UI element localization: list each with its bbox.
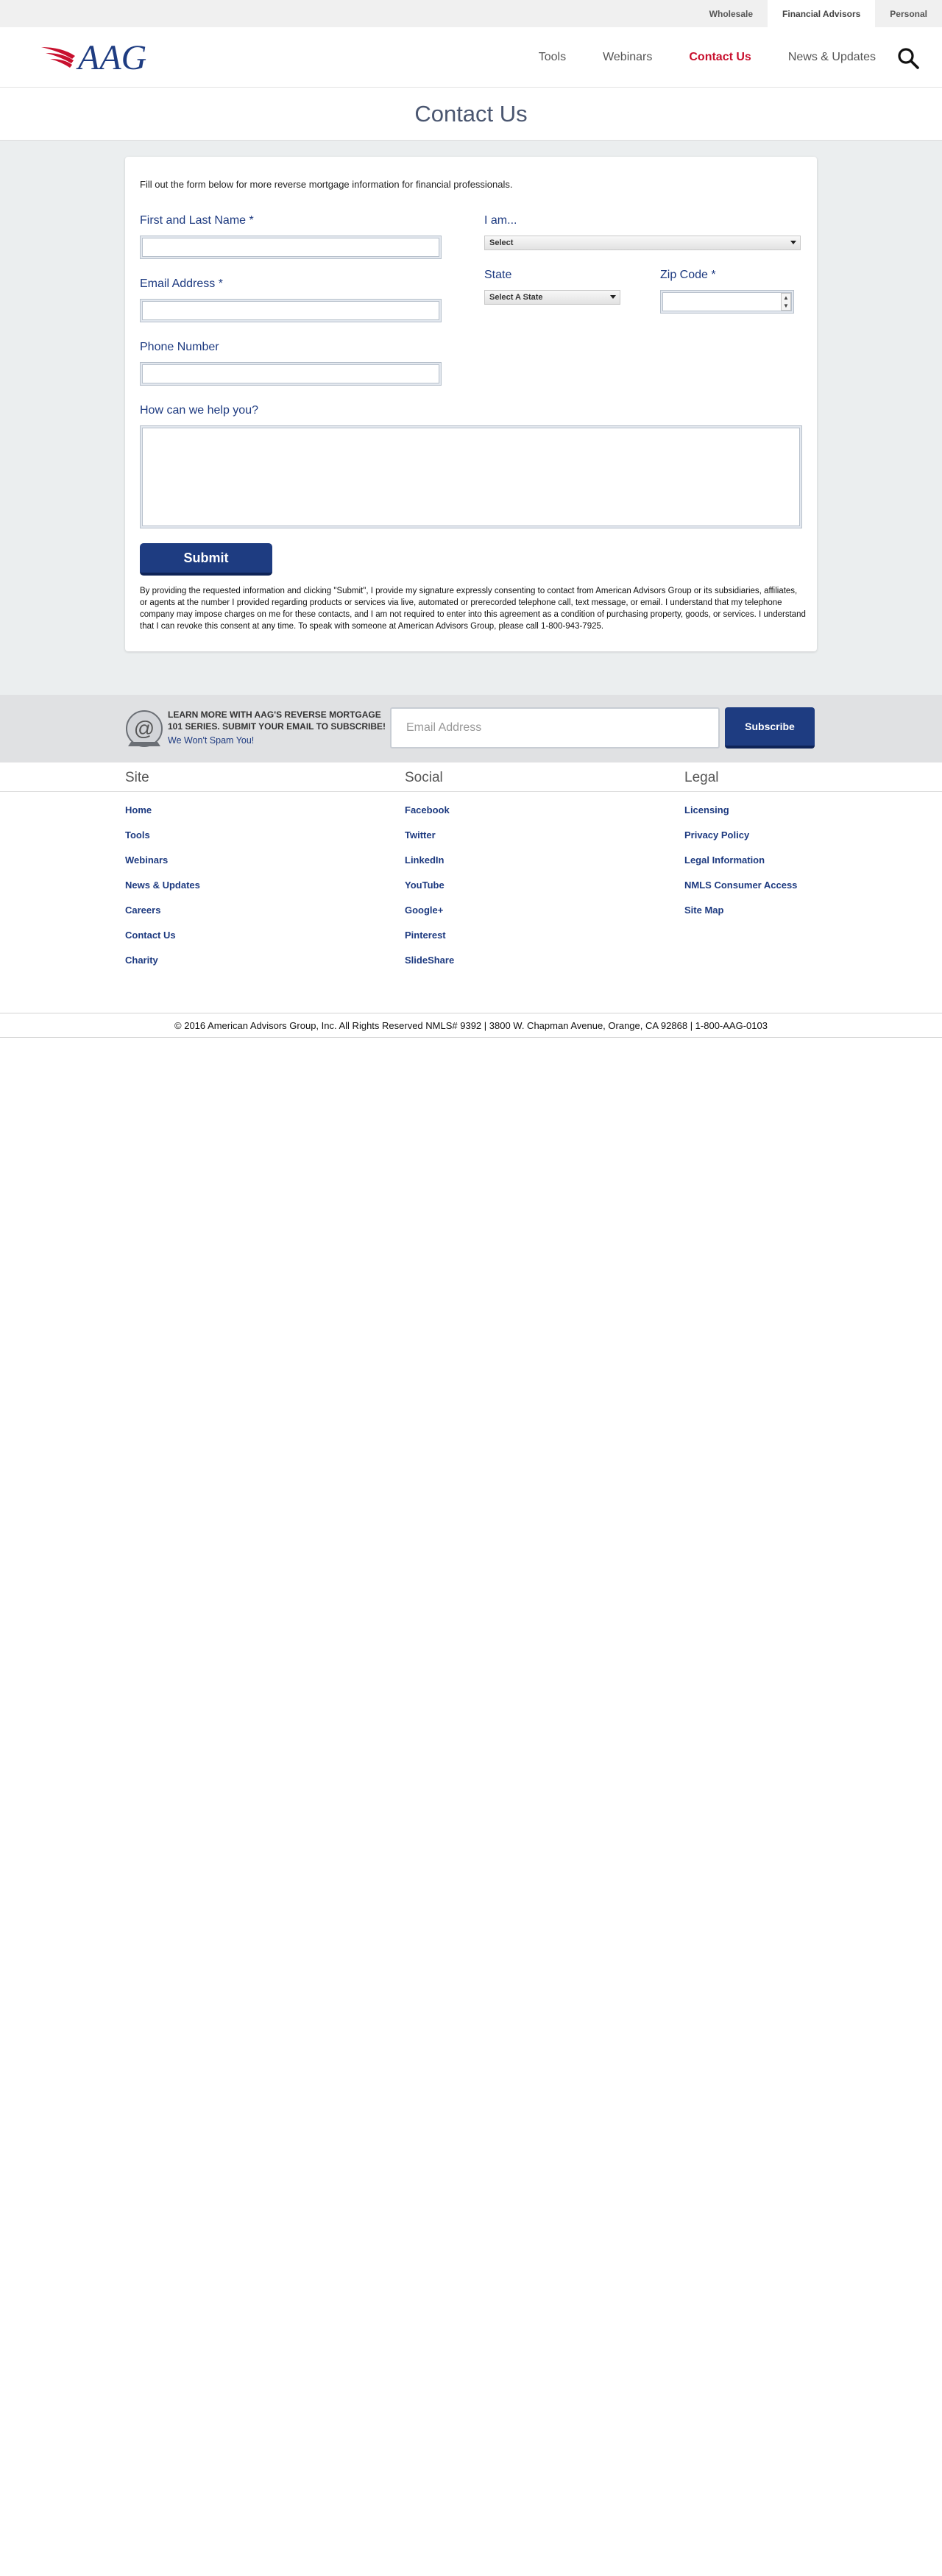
newsletter-heading: LEARN MORE WITH AAG'S REVERSE MORTGAGE 1… (168, 710, 386, 732)
consent-text: By providing the requested information a… (140, 587, 806, 631)
state-label: State (484, 269, 512, 281)
copyright-bar: © 2016 American Advisors Group, Inc. All… (0, 1013, 942, 1038)
search-icon[interactable] (896, 46, 920, 70)
footer-divider (0, 791, 942, 792)
newsletter-email-input[interactable]: Email Address (390, 707, 720, 749)
footer-link-licensing[interactable]: Licensing (684, 804, 729, 815)
nav-webinars[interactable]: Webinars (603, 51, 652, 64)
footer-link-nmls-consumer-access[interactable]: NMLS Consumer Access (684, 880, 797, 891)
footer-link-privacy-policy[interactable]: Privacy Policy (684, 829, 749, 841)
name-input[interactable] (140, 236, 442, 259)
name-label-text: First and Last Name (140, 214, 247, 227)
email-label-text: Email Address (140, 277, 216, 290)
nav-contact-us[interactable]: Contact Us (689, 51, 751, 64)
state-select-value: Select A State (489, 293, 543, 302)
footer-link-home[interactable]: Home (125, 804, 152, 815)
iam-select-value: Select (489, 238, 514, 247)
newsletter-subtext: We Won't Spam You! (168, 735, 255, 746)
subscribe-button[interactable]: Subscribe (725, 707, 815, 749)
required-mark: * (249, 214, 254, 227)
submit-button[interactable]: Submit (140, 543, 272, 576)
footer-heading-social: Social (405, 770, 443, 785)
aag-logo[interactable]: AAG (40, 37, 172, 78)
required-mark: * (711, 269, 716, 281)
topbar-link-wholesale[interactable]: Wholesale (695, 0, 768, 27)
help-label: How can we help you? (140, 404, 258, 417)
footer-heading-legal: Legal (684, 770, 719, 785)
email-at-icon: @ (126, 710, 163, 747)
svg-text:@: @ (134, 717, 155, 740)
footer-link-news-updates[interactable]: News & Updates (125, 880, 200, 891)
required-mark: * (218, 277, 223, 290)
phone-input[interactable] (140, 362, 442, 386)
chevron-down-icon (610, 295, 616, 299)
page-title-bar: Contact Us (0, 88, 942, 141)
footer-link-careers[interactable]: Careers (125, 905, 160, 916)
name-label: First and Last Name * (140, 214, 254, 227)
zip-label-text: Zip Code (660, 269, 708, 281)
iam-select[interactable]: Select (484, 236, 801, 250)
footer-link-webinars[interactable]: Webinars (125, 854, 168, 866)
aag-logo-mark: AAG (41, 38, 146, 77)
footer-link-twitter[interactable]: Twitter (405, 829, 436, 841)
footer-link-linkedin[interactable]: LinkedIn (405, 854, 444, 866)
nav-news-updates[interactable]: News & Updates (788, 51, 876, 64)
main-nav: Tools Webinars Contact Us News & Updates (502, 27, 876, 88)
footer-heading-site: Site (125, 770, 149, 785)
form-intro: Fill out the form below for more reverse… (140, 179, 513, 190)
phone-label: Phone Number (140, 341, 219, 353)
footer-link-google-plus[interactable]: Google+ (405, 905, 443, 916)
contact-form-card: Fill out the form below for more reverse… (125, 157, 817, 651)
footer-link-site-map[interactable]: Site Map (684, 905, 723, 916)
state-select[interactable]: Select A State (484, 290, 620, 305)
site-footer: Site Home Tools Webinars News & Updates … (0, 762, 942, 976)
iam-label: I am... (484, 214, 517, 227)
topbar-link-financial-advisors[interactable]: Financial Advisors (768, 0, 876, 27)
chevron-down-icon (790, 241, 796, 244)
top-utility-bar: Wholesale Financial Advisors Personal (0, 0, 942, 27)
newsletter-band: @ LEARN MORE WITH AAG'S REVERSE MORTGAGE… (0, 695, 942, 762)
footer-link-charity[interactable]: Charity (125, 955, 158, 966)
footer-link-slideshare[interactable]: SlideShare (405, 955, 454, 966)
nav-tools[interactable]: Tools (539, 51, 566, 64)
contact-form-section: Fill out the form below for more reverse… (0, 141, 942, 695)
footer-link-facebook[interactable]: Facebook (405, 804, 450, 815)
zip-input[interactable]: ▲ ▼ (660, 290, 794, 314)
footer-link-contact-us[interactable]: Contact Us (125, 930, 176, 941)
footer-link-youtube[interactable]: YouTube (405, 880, 445, 891)
zip-stepper[interactable]: ▲ ▼ (781, 293, 791, 311)
email-label: Email Address * (140, 277, 223, 291)
audience-switcher: Wholesale Financial Advisors Personal (695, 0, 942, 27)
footer-link-legal-information[interactable]: Legal Information (684, 854, 765, 866)
footer-link-pinterest[interactable]: Pinterest (405, 930, 446, 941)
site-header: AAG Tools Webinars Contact Us News & Upd… (0, 27, 942, 88)
email-input[interactable] (140, 299, 442, 322)
footer-link-tools[interactable]: Tools (125, 829, 150, 841)
help-textarea[interactable] (140, 425, 802, 528)
topbar-link-personal[interactable]: Personal (875, 0, 942, 27)
zip-label: Zip Code * (660, 269, 716, 282)
svg-text:AAG: AAG (76, 38, 146, 77)
page-title: Contact Us (414, 100, 528, 127)
